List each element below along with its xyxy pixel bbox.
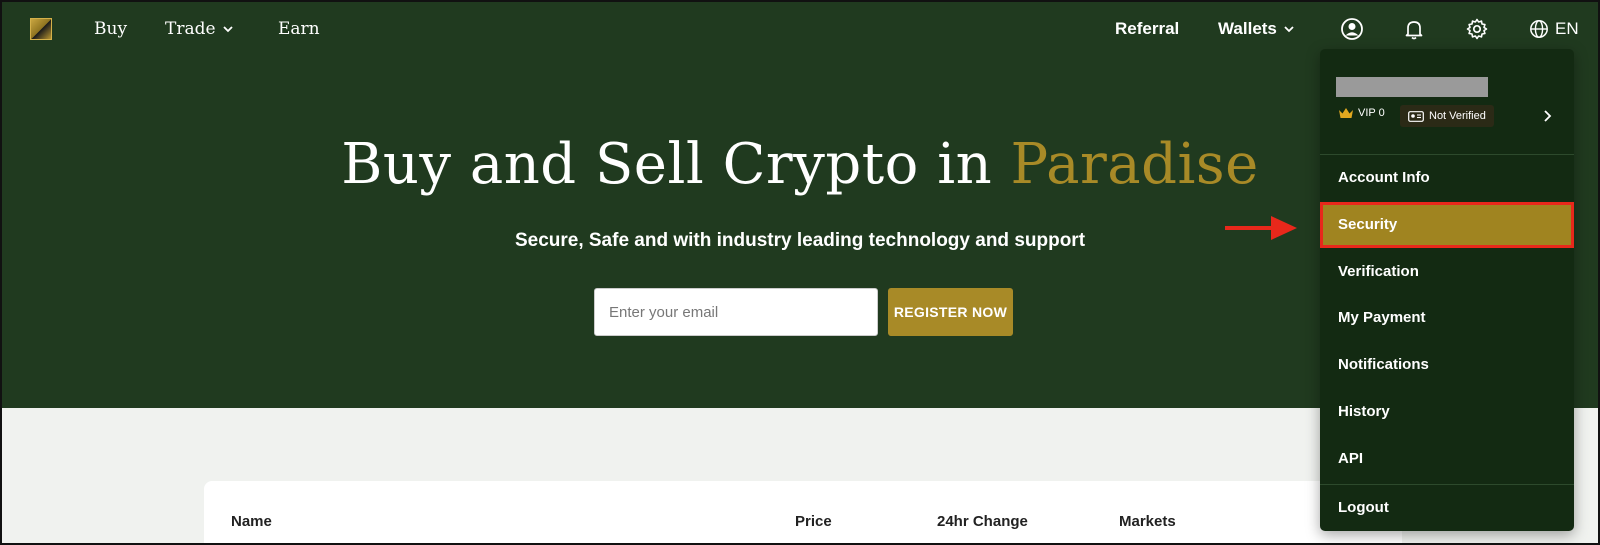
nav-earn[interactable]: Earn xyxy=(278,18,320,40)
page-frame: Buy Trade Earn Referral Wallets EN Buy a… xyxy=(0,0,1600,545)
nav-trade[interactable]: Trade xyxy=(165,18,234,40)
menu-item-account-info[interactable]: Account Info xyxy=(1320,155,1574,201)
chevron-down-icon xyxy=(1284,26,1294,33)
vip-level: VIP 0 xyxy=(1338,107,1385,119)
language-selector[interactable]: EN xyxy=(1529,18,1579,40)
chevron-right-icon[interactable] xyxy=(1542,109,1554,123)
bell-icon[interactable] xyxy=(1402,17,1426,41)
profile-summary[interactable]: VIP 0 Not Verified xyxy=(1320,49,1574,155)
chevron-down-icon xyxy=(222,26,233,33)
hero-title-accent: Paradise xyxy=(1010,132,1259,197)
globe-icon xyxy=(1530,20,1548,38)
register-now-button[interactable]: REGISTER NOW xyxy=(888,288,1013,336)
pointer-arrow-icon xyxy=(1225,216,1297,240)
redacted-username xyxy=(1336,77,1488,97)
nav-referral-label: Referral xyxy=(1115,19,1180,38)
hero-title-main: Buy and Sell Crypto in xyxy=(341,132,1011,197)
menu-item-my-payment[interactable]: My Payment xyxy=(1320,295,1574,341)
nav-buy[interactable]: Buy xyxy=(94,18,127,40)
account-dropdown-menu: VIP 0 Not Verified Account Info Security… xyxy=(1320,49,1574,531)
menu-item-notifications[interactable]: Notifications xyxy=(1320,342,1574,388)
nav-referral[interactable]: Referral xyxy=(1115,18,1179,40)
vip-label: VIP 0 xyxy=(1358,107,1385,119)
column-header-name: Name xyxy=(231,513,272,530)
verification-badge: Not Verified xyxy=(1400,105,1494,127)
menu-item-security[interactable]: Security xyxy=(1320,202,1574,248)
menu-item-logout[interactable]: Logout xyxy=(1320,485,1574,531)
column-header-markets: Markets xyxy=(1119,513,1176,530)
crown-icon xyxy=(1339,108,1353,118)
nav-trade-label: Trade xyxy=(165,19,216,39)
gear-icon[interactable] xyxy=(1465,17,1489,41)
brand-logo[interactable] xyxy=(30,18,52,40)
email-input[interactable] xyxy=(594,288,878,336)
nav-buy-label: Buy xyxy=(94,19,128,39)
id-card-icon xyxy=(1408,110,1424,122)
verification-badge-label: Not Verified xyxy=(1429,110,1486,122)
user-circle-icon[interactable] xyxy=(1340,17,1364,41)
nav-wallets-label: Wallets xyxy=(1218,19,1277,38)
column-header-price: Price xyxy=(795,513,832,530)
column-header-24hr-change: 24hr Change xyxy=(937,513,1028,530)
nav-wallets[interactable]: Wallets xyxy=(1218,18,1295,40)
menu-item-verification[interactable]: Verification xyxy=(1320,249,1574,295)
nav-earn-label: Earn xyxy=(278,19,320,39)
menu-item-history[interactable]: History xyxy=(1320,389,1574,435)
markets-table: Name Price 24hr Change Markets xyxy=(204,481,1402,543)
menu-item-api[interactable]: API xyxy=(1320,436,1574,482)
language-label: EN xyxy=(1555,19,1579,38)
